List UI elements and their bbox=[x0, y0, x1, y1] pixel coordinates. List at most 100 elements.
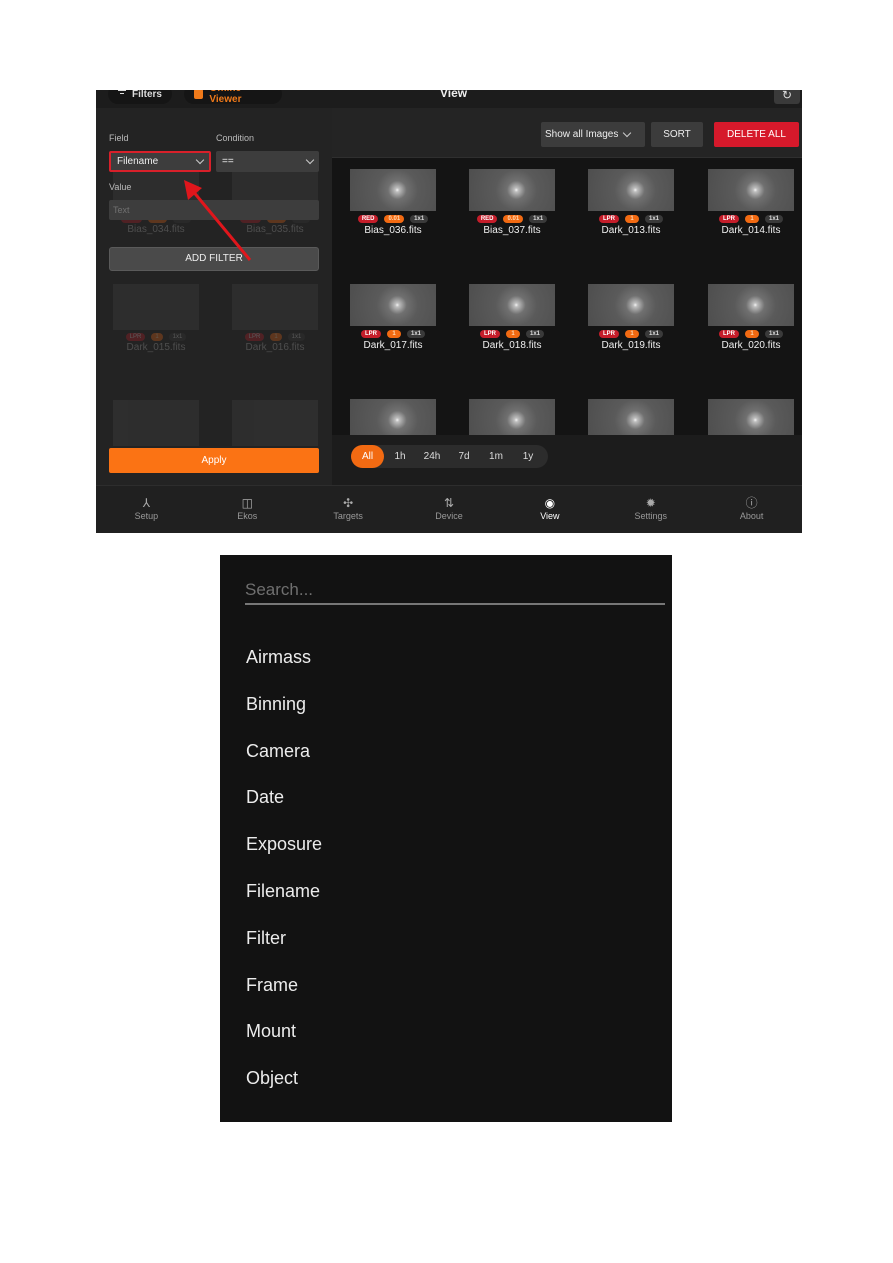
filter-badge: RED bbox=[357, 215, 379, 223]
image-thumbnail[interactable] bbox=[350, 169, 436, 211]
search-input[interactable] bbox=[245, 577, 665, 605]
binning-badge: 1x1 bbox=[525, 330, 544, 338]
image-card[interactable]: LPR 1 1x1 Dark_014.fits bbox=[708, 169, 794, 236]
image-card[interactable]: RED 0.01 1x1 Bias_037.fits bbox=[469, 169, 555, 236]
field-picker-dialog: Airmass Binning Camera Date Exposure Fil… bbox=[220, 555, 672, 1122]
filter-badge: LPR bbox=[598, 330, 619, 338]
image-viewer-app: Filters Offline Viewer View ↻ RED 0.01 1x1… bbox=[96, 90, 802, 533]
field-option-list: Airmass Binning Camera Date Exposure Fil… bbox=[246, 639, 322, 1107]
time-filter-1m[interactable]: 1m bbox=[480, 451, 512, 462]
sort-button[interactable]: SORT bbox=[651, 122, 703, 147]
exposure-badge: 1 bbox=[744, 215, 759, 223]
ghost-binning-badge: 1x1 bbox=[287, 333, 306, 341]
gear-icon: ✹ bbox=[645, 496, 656, 510]
field-select-value: Filename bbox=[117, 156, 159, 167]
offline-viewer-label: Offline Viewer bbox=[209, 90, 242, 105]
time-filter-group: All 1h 24h 7d 1m 1y bbox=[351, 445, 548, 468]
nav-settings[interactable]: ✹ Settings bbox=[600, 486, 701, 533]
ghost-card: LPR 1 1x1 Dark_016.fits bbox=[232, 284, 318, 353]
page-title: View bbox=[440, 90, 468, 100]
time-filter-1h[interactable]: 1h bbox=[384, 451, 416, 462]
image-thumbnail[interactable] bbox=[588, 284, 674, 326]
image-card[interactable]: LPR 1 1x1 Dark_020.fits bbox=[708, 284, 794, 351]
image-thumbnail[interactable] bbox=[469, 169, 555, 211]
ghost-filename: Dark_015.fits bbox=[126, 342, 186, 353]
binning-badge: 1x1 bbox=[529, 215, 548, 223]
value-input[interactable] bbox=[109, 200, 319, 220]
bottom-navigation: ⅄ Setup ◫ Ekos ✣ Targets ⇅ Device ◉ View… bbox=[96, 485, 802, 533]
option-airmass[interactable]: Airmass bbox=[246, 639, 322, 686]
image-card[interactable]: LPR 1 1x1 Dark_017.fits bbox=[350, 284, 436, 351]
image-thumbnail[interactable] bbox=[708, 169, 794, 211]
option-exposure[interactable]: Exposure bbox=[246, 826, 322, 873]
nav-about[interactable]: ⓘ About bbox=[701, 486, 802, 533]
image-thumbnail[interactable] bbox=[469, 284, 555, 326]
nav-label: Settings bbox=[634, 511, 667, 521]
image-thumbnail[interactable] bbox=[588, 169, 674, 211]
binning-badge: 1x1 bbox=[764, 215, 783, 223]
time-filter-all[interactable]: All bbox=[351, 445, 384, 468]
image-gallery-panel: Show all Images SORT DELETE ALL RED 0.01 1… bbox=[332, 108, 802, 485]
filter-badge: LPR bbox=[360, 330, 381, 338]
refresh-icon: ↻ bbox=[781, 90, 793, 102]
ghost-card: LPR 1 1x1 Dark_015.fits bbox=[113, 284, 199, 353]
option-filename[interactable]: Filename bbox=[246, 873, 322, 920]
binning-badge: 1x1 bbox=[406, 330, 425, 338]
image-filename: Bias_037.fits bbox=[483, 225, 541, 236]
nav-device[interactable]: ⇅ Device bbox=[399, 486, 500, 533]
time-filter-7d[interactable]: 7d bbox=[448, 451, 480, 462]
delete-all-button[interactable]: DELETE ALL bbox=[714, 122, 799, 147]
info-icon: ⓘ bbox=[745, 496, 758, 510]
filter-badge: LPR bbox=[718, 330, 739, 338]
option-camera[interactable]: Camera bbox=[246, 733, 322, 780]
observatory-icon: ◫ bbox=[241, 496, 253, 510]
exposure-badge: 1 bbox=[386, 330, 401, 338]
image-card[interactable]: LPR 1 1x1 Dark_013.fits bbox=[588, 169, 674, 236]
binning-badge: 1x1 bbox=[644, 215, 663, 223]
image-thumbnail[interactable] bbox=[350, 284, 436, 326]
ghost-exposure-badge: 1 bbox=[270, 333, 282, 341]
image-card[interactable]: LPR 1 1x1 Dark_018.fits bbox=[469, 284, 555, 351]
field-select[interactable]: Filename bbox=[109, 151, 211, 172]
ghost-thumbnail bbox=[232, 284, 318, 330]
option-date[interactable]: Date bbox=[246, 779, 322, 826]
ghost-filename: Dark_016.fits bbox=[245, 342, 305, 353]
time-filter-bar: All 1h 24h 7d 1m 1y bbox=[332, 435, 802, 485]
condition-select[interactable]: == bbox=[216, 151, 319, 172]
nav-label: Targets bbox=[333, 511, 363, 521]
option-binning[interactable]: Binning bbox=[246, 686, 322, 733]
ghost-filter-badge: LPR bbox=[244, 333, 265, 341]
exposure-badge: 1 bbox=[624, 330, 639, 338]
time-filter-1y[interactable]: 1y bbox=[512, 451, 544, 462]
condition-label: Condition bbox=[216, 133, 255, 143]
filter-badge: LPR bbox=[598, 215, 619, 223]
time-filter-24h[interactable]: 24h bbox=[416, 451, 448, 462]
option-frame[interactable]: Frame bbox=[246, 967, 322, 1014]
option-object[interactable]: Object bbox=[246, 1060, 322, 1107]
image-card[interactable]: RED 0.01 1x1 Bias_036.fits bbox=[350, 169, 436, 236]
refresh-button[interactable]: ↻ bbox=[774, 90, 800, 104]
ghost-exposure-badge: 1 bbox=[151, 333, 163, 341]
image-thumbnail[interactable] bbox=[708, 284, 794, 326]
option-filter[interactable]: Filter bbox=[246, 920, 322, 967]
filters-button[interactable]: Filters bbox=[108, 90, 172, 104]
image-card[interactable]: LPR 1 1x1 Dark_019.fits bbox=[588, 284, 674, 351]
exposure-badge: 1 bbox=[505, 330, 520, 338]
image-filename: Dark_017.fits bbox=[363, 340, 423, 351]
ghost-binning-badge: 1x1 bbox=[168, 333, 187, 341]
nav-setup[interactable]: ⅄ Setup bbox=[96, 486, 197, 533]
binning-badge: 1x1 bbox=[410, 215, 429, 223]
nav-ekos[interactable]: ◫ Ekos bbox=[197, 486, 298, 533]
image-filename: Dark_020.fits bbox=[721, 340, 781, 351]
show-images-select[interactable]: Show all Images bbox=[541, 122, 645, 147]
add-filter-button[interactable]: ADD FILTER bbox=[109, 247, 319, 271]
apply-button[interactable]: Apply bbox=[109, 448, 319, 473]
chevron-down-icon bbox=[623, 128, 632, 137]
nav-targets[interactable]: ✣ Targets bbox=[298, 486, 399, 533]
nav-label: Setup bbox=[134, 511, 159, 521]
offline-viewer-button[interactable]: Offline Viewer bbox=[184, 90, 282, 105]
image-icon bbox=[194, 90, 204, 99]
nav-view[interactable]: ◉ View bbox=[499, 486, 600, 533]
nav-label: View bbox=[540, 511, 560, 521]
option-mount[interactable]: Mount bbox=[246, 1013, 322, 1060]
